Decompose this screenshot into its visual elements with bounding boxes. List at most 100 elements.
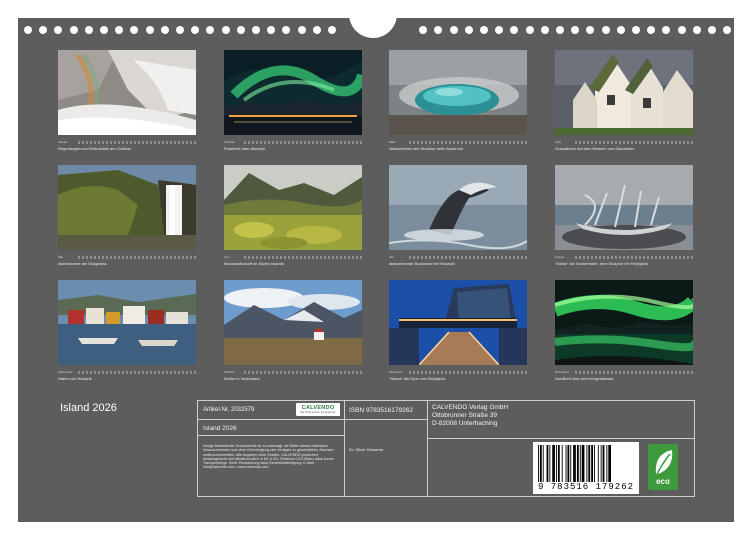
barcode-bar xyxy=(576,445,579,482)
photo-humpback-whale xyxy=(389,165,527,250)
binding-hole xyxy=(586,26,595,34)
binding-hole xyxy=(160,26,169,34)
mini-month-label: Mai xyxy=(58,255,63,259)
binding-hole xyxy=(434,26,443,34)
binding-hole xyxy=(723,26,732,34)
binding-hole xyxy=(662,26,671,34)
binding-hole xyxy=(328,26,336,34)
mini-month-label: November xyxy=(389,370,403,374)
mini-calendar: September xyxy=(58,366,196,374)
photo-church-vesturland xyxy=(224,280,362,365)
binding-hole xyxy=(601,26,610,34)
binding-hole xyxy=(100,26,108,34)
mini-month-label: Januar xyxy=(58,140,68,144)
photo-strokkur xyxy=(389,50,527,135)
mini-days-strip xyxy=(244,371,362,374)
binding-hole xyxy=(130,26,139,34)
logo-subtitle: Ein Unternehmen der Apple AG xyxy=(300,411,336,414)
mini-days-strip xyxy=(575,371,693,374)
barcode-bar xyxy=(549,445,551,482)
binding-hole xyxy=(464,26,473,34)
barcode-bars xyxy=(538,445,611,482)
binding-hole xyxy=(616,26,625,34)
mini-days-strip xyxy=(78,256,196,259)
mini-calendar: November xyxy=(389,366,527,374)
article-number: Artikel-Nr. 2032579 xyxy=(203,407,255,413)
calendar-back-cover: Januar Regenbogen und Eiskristalle am Gu… xyxy=(18,14,734,522)
binding-hole xyxy=(252,26,260,34)
barcode-bar xyxy=(588,445,591,482)
isbn: ISBN 9783516179262 xyxy=(349,407,413,414)
binding-hole xyxy=(632,26,640,34)
barcode-bar xyxy=(606,445,608,482)
binding-hole xyxy=(647,26,656,34)
binding-hole xyxy=(297,26,306,34)
binding-hole xyxy=(39,26,48,34)
mini-calendar: Oktober xyxy=(224,366,362,374)
photo-caption: Polarlicht über Akureyri xyxy=(224,146,266,151)
month-tile-2: Februar Polarlicht über Akureyri xyxy=(224,50,362,154)
month-tile-9: September Hafen von Húsavík xyxy=(58,280,196,384)
mini-calendar: Mai xyxy=(58,251,196,259)
barcode-bar xyxy=(579,445,581,482)
divider xyxy=(344,419,427,420)
binding-hole xyxy=(176,26,184,34)
publisher-city: D-82008 Unterhaching xyxy=(432,420,498,427)
mini-month-label: Oktober xyxy=(224,370,235,374)
mini-month-label: Februar xyxy=(224,140,235,144)
barcode-bar xyxy=(581,445,585,482)
barcode-bar xyxy=(567,445,570,482)
divider xyxy=(198,419,344,420)
eco-badge: eco xyxy=(648,444,678,490)
binding-hole xyxy=(480,26,488,34)
photo-caption: abtauchender Buckelwal bei Húsavík xyxy=(389,261,455,266)
barcode-bar xyxy=(594,445,595,482)
mini-calendar: Februar xyxy=(224,136,362,144)
photo-caption: Mooslandschaft im Süden Islands xyxy=(224,261,284,266)
mini-month-label: Dezember xyxy=(555,370,569,374)
binding-hole xyxy=(267,26,276,34)
calvendo-logo: CALVENDO Ein Unternehmen der Apple AG xyxy=(296,403,340,416)
month-tile-7: Juli abtauchender Buckelwal bei Húsavík xyxy=(389,165,527,269)
barcode-bar xyxy=(608,445,611,482)
binding-hole xyxy=(495,26,504,34)
barcode-bar xyxy=(570,445,572,482)
photo-caption: Grasdächer auf den Häusern von Glaumbær xyxy=(555,146,635,151)
mini-calendar: April xyxy=(555,136,693,144)
author: Dr. Oliver Schwenn xyxy=(349,447,384,452)
binding-hole xyxy=(54,26,63,34)
photo-caption: "Sólfar" die Sonnenfahrt, eine Skulptur … xyxy=(555,261,649,266)
mini-month-label: März xyxy=(389,140,396,144)
mini-days-strip xyxy=(409,371,527,374)
product-title: Island 2026 xyxy=(203,425,237,432)
binding-hole xyxy=(236,26,245,34)
barcode-bar xyxy=(542,445,544,482)
divider xyxy=(198,435,344,436)
month-tile-12: Dezember Nordlicht über dem Þingvallavat… xyxy=(555,280,693,384)
mini-calendar: Januar xyxy=(58,136,196,144)
mini-month-label: Juni xyxy=(224,255,230,259)
barcode-bar xyxy=(586,445,588,482)
barcode: 9 783516 179262 xyxy=(533,442,639,494)
photo-aurora-akureyri xyxy=(224,50,362,135)
mini-month-label: April xyxy=(555,140,562,144)
binding-hole xyxy=(282,26,291,34)
photo-caption: Hafen von Húsavík xyxy=(58,376,92,381)
mini-calendar: Juni xyxy=(224,251,362,259)
binding-hole xyxy=(540,26,549,34)
barcode-bar xyxy=(600,445,602,482)
mini-month-label: August xyxy=(555,255,565,259)
calendar-title: Island 2026 xyxy=(60,402,117,414)
barcode-bar xyxy=(573,445,576,482)
publisher-name: CALVENDO Verlag GmbH xyxy=(432,404,509,411)
mini-month-label: September xyxy=(58,370,73,374)
month-tile-11: November "Harpa" die Oper von Reykjavík xyxy=(389,280,527,384)
month-tile-6: Juni Mooslandschaft im Süden Islands xyxy=(224,165,362,269)
barcode-bar xyxy=(597,445,599,482)
binding-hole xyxy=(221,26,230,34)
binding-hole xyxy=(449,26,458,34)
month-tile-1: Januar Regenbogen und Eiskristalle am Gu… xyxy=(58,50,196,154)
mini-calendar: März xyxy=(389,136,527,144)
barcode-bar xyxy=(602,445,605,482)
binding-hole xyxy=(145,26,154,34)
